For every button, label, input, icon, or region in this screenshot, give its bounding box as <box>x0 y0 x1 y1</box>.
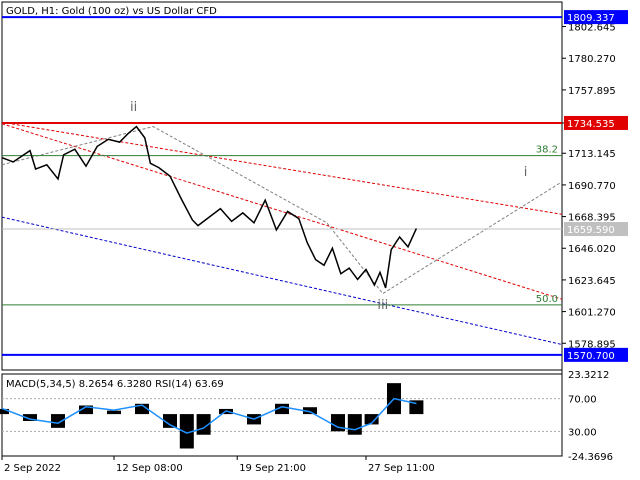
macd-bar <box>107 410 121 415</box>
level-label: 1809.337 <box>567 13 615 24</box>
x-tick-label: 19 Sep 21:00 <box>239 463 306 474</box>
y-tick-label: 1802.645 <box>568 23 616 34</box>
x-tick-label: 12 Sep 08:00 <box>116 463 183 474</box>
level-label: 1570.700 <box>567 351 615 362</box>
fibo-level-label: 38.2 <box>536 145 558 156</box>
x-tick-label: 2 Sep 2022 <box>4 463 61 474</box>
channel-top-red-line <box>1 121 563 215</box>
indicator-series <box>0 383 562 449</box>
axis-labels: 1802.645 1780.270 1757.895 1734.535 1713.145… <box>1 10 628 474</box>
indicator-tick-label: -24.3696 <box>568 452 613 463</box>
level-label: 1659.590 <box>567 225 615 236</box>
wave-label: ii <box>130 100 137 115</box>
wave-label: i <box>524 165 528 180</box>
chart-stage: 38.2 50.0 ii iii i 1802.645 1780.270 1757.895… <box>0 0 640 480</box>
macd-bar <box>347 414 362 435</box>
indicator-tick-label: 23.3212 <box>568 370 609 381</box>
price-line <box>1 125 418 289</box>
indicator-tick-label: 30.00 <box>568 427 597 438</box>
channel-bottom-blue-line <box>1 216 563 346</box>
indicator-tick-label: 70.00 <box>568 395 597 406</box>
y-tick-label: 1757.895 <box>568 86 616 97</box>
y-tick-label: 1690.770 <box>568 181 616 192</box>
symbol-title: GOLD, H1: Gold (100 oz) vs US Dollar CFD <box>6 6 217 17</box>
y-tick-label: 1668.395 <box>568 213 616 224</box>
main-plot-frame <box>1 1 563 371</box>
y-tick-label: 1780.270 <box>568 54 616 65</box>
channel-mid-red-line <box>1 123 563 300</box>
y-tick-label: 1713.145 <box>568 149 616 160</box>
y-tick-label: 1646.020 <box>568 244 616 255</box>
y-tick-label: 1601.270 <box>568 308 616 319</box>
x-tick-label: 27 Sep 11:00 <box>368 463 435 474</box>
wave-label: iii <box>377 298 388 313</box>
level-label: 1734.535 <box>567 119 615 130</box>
chart-svg: 38.250.0 iiiiii 1802.6451780.2701757.895… <box>0 1 628 474</box>
projection-gray-line <box>1 126 563 295</box>
fibo-level-label: 50.0 <box>536 294 558 305</box>
analysis-lines: 38.2 50.0 <box>1 16 563 356</box>
y-tick-label: 1623.645 <box>568 276 616 287</box>
indicator-title: MACD(5,34,5) 8.2654 6.3280 RSI(14) 63.69 <box>6 379 224 390</box>
